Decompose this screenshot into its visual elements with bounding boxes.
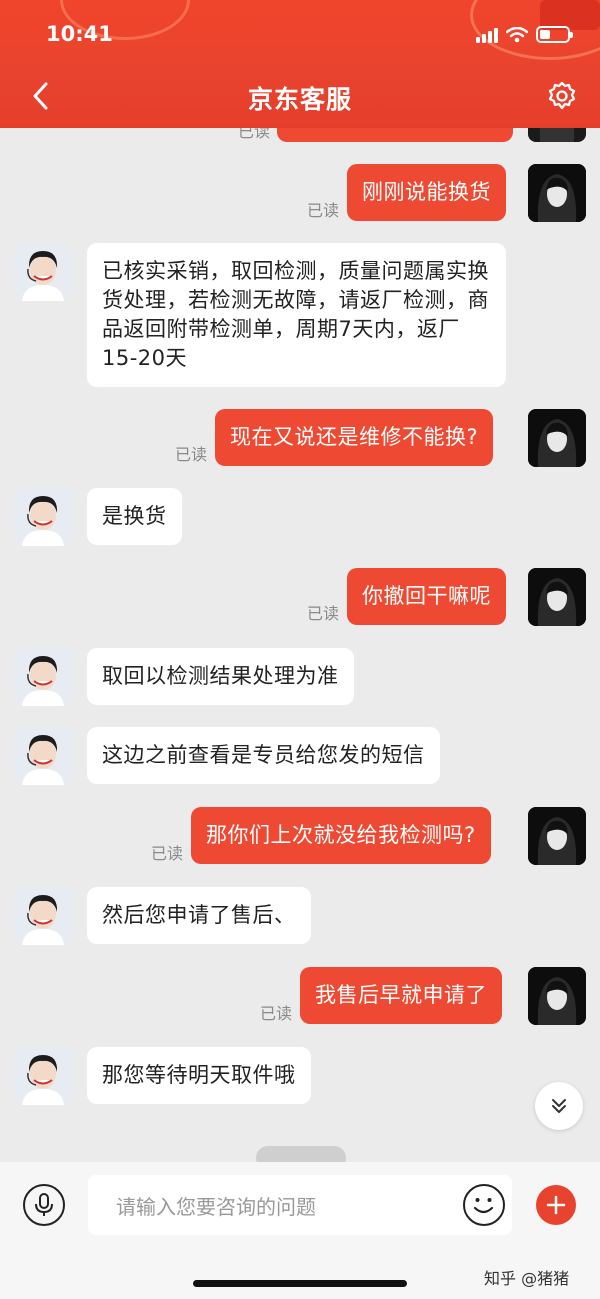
agent-avatar[interactable] — [14, 243, 72, 301]
agent-avatar[interactable] — [14, 1047, 72, 1105]
read-status: 已读 — [307, 201, 340, 220]
double-chevron-down-icon — [552, 1099, 566, 1113]
status-time: 10:41 — [46, 22, 113, 46]
read-status: 已读 — [151, 844, 184, 863]
message-bubble-agent[interactable]: 这边之前查看是专员给您发的短信 — [87, 727, 440, 784]
scroll-to-bottom-button[interactable] — [535, 1082, 583, 1130]
user-avatar[interactable] — [528, 568, 586, 626]
watermark: 知乎 @猪猪 — [484, 1269, 570, 1288]
read-status: 已读 — [260, 1004, 293, 1023]
plus-icon — [546, 1195, 566, 1215]
agent-avatar[interactable] — [14, 488, 72, 546]
voice-button[interactable] — [23, 1184, 65, 1226]
message-input[interactable]: 请输入您要咨询的问题 — [88, 1175, 512, 1235]
message-bubble-agent[interactable]: 已核实采销，取回检测，质量问题属实换货处理，若检测无故障，请返厂检测，商品返回附… — [87, 243, 506, 387]
smiley-icon — [473, 1198, 494, 1214]
agent-avatar[interactable] — [14, 727, 72, 785]
agent-avatar[interactable] — [14, 887, 72, 945]
message-bubble-agent[interactable]: 然后您申请了售后、 — [87, 887, 311, 944]
wifi-icon — [506, 26, 528, 42]
gear-icon — [548, 81, 576, 110]
read-status: 已读 — [175, 445, 208, 464]
more-options-button[interactable] — [536, 1185, 576, 1225]
message-bubble-agent[interactable]: 是换货 — [87, 488, 182, 545]
signal-icon — [476, 27, 498, 43]
user-avatar[interactable] — [528, 409, 586, 467]
user-avatar[interactable] — [528, 128, 586, 142]
home-indicator[interactable] — [193, 1280, 407, 1287]
read-status: 已读 — [238, 128, 271, 141]
page-title: 京东客服 — [247, 85, 352, 114]
user-avatar[interactable] — [528, 164, 586, 222]
user-avatar[interactable] — [528, 967, 586, 1025]
status-icons — [476, 26, 573, 43]
microphone-icon — [35, 1193, 53, 1216]
user-avatar[interactable] — [528, 807, 586, 865]
agent-avatar[interactable] — [14, 648, 72, 706]
message-bubble-user[interactable] — [277, 128, 513, 142]
message-bubble-user[interactable]: 刚刚说能换货 — [347, 164, 506, 221]
read-status: 已读 — [307, 604, 340, 623]
emoji-button[interactable] — [463, 1184, 505, 1226]
message-bubble-agent[interactable]: 取回以检测结果处理为准 — [87, 648, 354, 705]
message-bubble-user[interactable]: 我售后早就申请了 — [300, 967, 502, 1024]
message-bubble-user[interactable]: 现在又说还是维修不能换? — [215, 409, 494, 466]
battery-icon — [536, 26, 573, 43]
settings-button[interactable] — [544, 78, 580, 114]
input-bar: 请输入您要咨询的问题 知乎 @猪猪 — [0, 1162, 600, 1299]
message-bubble-agent[interactable]: 那您等待明天取件哦 — [87, 1047, 311, 1104]
message-bubble-user[interactable]: 你撤回干嘛呢 — [347, 568, 506, 625]
message-bubble-user[interactable]: 那你们上次就没给我检测吗? — [191, 807, 491, 864]
chat-area[interactable]: 已读 已读 刚刚说能换货 已核实采销，取回检测，质量问题属实换货处理，若检测无故… — [0, 128, 600, 1162]
header-bar: 10:41 京东客服 — [0, 0, 600, 128]
